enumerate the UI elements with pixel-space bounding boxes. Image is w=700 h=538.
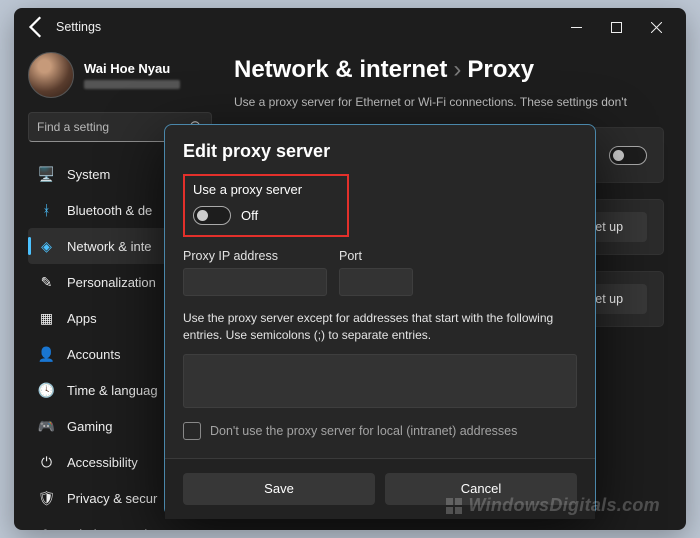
nav-icon: ✎: [38, 274, 55, 291]
nav-label: Windows Update: [67, 527, 165, 531]
nav-icon: 🕓: [38, 382, 55, 399]
app-title: Settings: [56, 20, 101, 34]
toggle-switch[interactable]: [609, 146, 647, 165]
exceptions-input[interactable]: [183, 354, 577, 408]
port-input[interactable]: [339, 268, 413, 296]
edit-proxy-dialog: Edit proxy server Use a proxy server Off…: [164, 124, 596, 516]
back-button[interactable]: [24, 14, 50, 40]
nav-label: Accessibility: [67, 455, 138, 470]
breadcrumb: Network & internet›Proxy: [234, 56, 664, 84]
nav-icon: ⟳: [38, 526, 55, 531]
nav-label: Gaming: [67, 419, 113, 434]
nav-icon: 🎮: [38, 418, 55, 435]
port-label: Port: [339, 249, 413, 263]
local-checkbox[interactable]: [183, 422, 201, 440]
page-description: Use a proxy server for Ethernet or Wi-Fi…: [234, 94, 664, 111]
save-button[interactable]: Save: [183, 473, 375, 505]
ip-input[interactable]: [183, 268, 327, 296]
nav-icon: 🖥️: [38, 166, 55, 183]
nav-label: Network & inte: [67, 239, 152, 254]
use-proxy-toggle[interactable]: [193, 206, 231, 225]
nav-label: Bluetooth & de: [67, 203, 152, 218]
user-profile[interactable]: Wai Hoe Nyau: [28, 52, 212, 98]
nav-label: Time & languag: [67, 383, 158, 398]
use-proxy-state: Off: [241, 208, 258, 223]
highlight-box: Use a proxy server Off: [183, 174, 349, 237]
nav-icon: 🛡: [38, 490, 55, 507]
exceptions-note: Use the proxy server except for addresse…: [183, 310, 577, 344]
nav-label: System: [67, 167, 110, 182]
dialog-title: Edit proxy server: [183, 141, 577, 162]
nav-icon: ᚼ: [38, 202, 55, 218]
maximize-button[interactable]: [596, 12, 636, 42]
ip-label: Proxy IP address: [183, 249, 327, 263]
nav-label: Accounts: [67, 347, 120, 362]
breadcrumb-current: Proxy: [467, 56, 534, 83]
nav-icon: ▦: [38, 310, 55, 327]
local-checkbox-label: Don't use the proxy server for local (in…: [210, 424, 517, 438]
settings-window: Settings Wai Hoe Nyau Find a setting 🖥️S…: [14, 8, 686, 530]
titlebar: Settings: [14, 8, 686, 46]
user-email-redacted: [84, 80, 180, 89]
close-button[interactable]: [636, 12, 676, 42]
watermark: WindowsDigitals.com: [446, 495, 660, 516]
nav-label: Personalization: [67, 275, 156, 290]
windows-logo-icon: [446, 498, 462, 514]
avatar: [28, 52, 74, 98]
use-proxy-label: Use a proxy server: [193, 182, 339, 197]
user-name: Wai Hoe Nyau: [84, 61, 180, 76]
minimize-button[interactable]: [556, 12, 596, 42]
nav-icon: ◈: [38, 238, 55, 255]
nav-label: Privacy & secur: [67, 491, 157, 506]
breadcrumb-parent[interactable]: Network & internet: [234, 56, 447, 83]
nav-label: Apps: [67, 311, 97, 326]
nav-icon: 👤: [38, 346, 55, 363]
nav-icon: ⏻: [38, 454, 55, 471]
